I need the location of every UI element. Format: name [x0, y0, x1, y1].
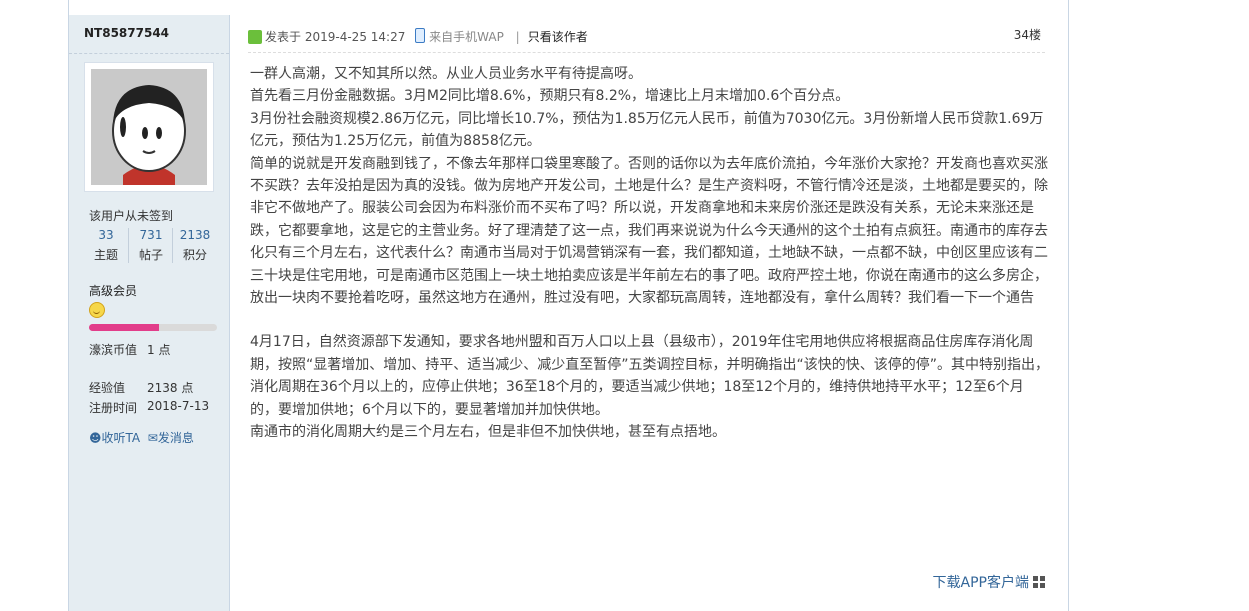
stat-posts[interactable]: 731 帖子 — [128, 228, 173, 263]
qr-code-icon[interactable] — [1033, 576, 1045, 588]
posted-prefix: 发表于 — [265, 30, 302, 44]
stat-value[interactable]: 731 — [129, 228, 173, 242]
reg-value: 2018-7-13 — [147, 399, 210, 413]
download-app-link[interactable]: 下载APP客户端 — [933, 572, 1029, 592]
stat-value[interactable]: 33 — [84, 228, 128, 242]
post-paragraph: 3月份社会融资规模2.86万亿元，同比增长10.7%，预估为1.85万亿元人民币… — [250, 110, 1044, 150]
stat-value[interactable]: 2138 — [173, 228, 217, 242]
post-paragraph: 4月17日，自然资源部下发通知，要求各地州盟和百万人口以上县（县级市），2019… — [250, 334, 1050, 418]
mobile-icon — [415, 28, 426, 43]
user-stats: 33 主题 731 帖子 2138 积分 — [84, 228, 219, 268]
stat-points[interactable]: 2138 积分 — [172, 228, 217, 263]
follow-link[interactable]: 收听TA — [102, 431, 141, 445]
post-paragraph: 首先看三月份金融数据。3月M2同比增8.6%，预期只有8.2%，增速比上月末增加… — [250, 88, 850, 105]
exp-value: 2138 点 — [147, 381, 194, 395]
post-source[interactable]: 来自手机WAP — [429, 30, 504, 44]
currency-row: 濠滨币值 1 点 — [89, 341, 170, 358]
reg-row: 注册时间 2018-7-13 — [89, 399, 209, 416]
post-paragraph: 一群人高潮，又不知其所以然。从业人员业务水平有待提高呀。 — [250, 66, 642, 82]
exp-label: 经验值 — [89, 381, 126, 395]
avatar[interactable] — [84, 62, 214, 192]
post-paragraph: 南通市的消化周期大约是三个月左右，但是非但不加快供地，甚至有点捂地。 — [250, 424, 726, 441]
meta-divider-line — [248, 52, 1045, 53]
stat-label: 帖子 — [138, 248, 163, 262]
currency-value: 1 点 — [147, 343, 171, 357]
post-body: 发表于 2019-4-25 14:27 来自手机WAP | 只看该作者 34楼 一… — [230, 15, 1067, 611]
user-sidebar: NT85877544 该用户从未签到 33 主题 731 帖子 2138 积分 … — [69, 15, 230, 611]
only-author-link[interactable]: 只看该作者 — [528, 30, 588, 44]
exp-row: 经验值 2138 点 — [89, 379, 193, 396]
divider — [69, 53, 229, 54]
avatar-image — [85, 63, 213, 191]
reg-label: 注册时间 — [89, 401, 138, 415]
rank-progress-fill — [89, 324, 160, 331]
online-status-icon — [248, 30, 262, 44]
post-paragraph: 简单的说就是开发商融到钱了，不像去年那样口袋里寒酸了。否则的话你以为去年底价流拍… — [250, 155, 1048, 307]
username[interactable]: NT85877544 — [84, 26, 169, 40]
rank-progress-bar — [89, 324, 217, 331]
follow-icon: ☻ — [89, 431, 102, 445]
stat-label: 主题 — [93, 248, 118, 262]
message-icon: ✉ — [147, 431, 158, 445]
user-actions: ☻收听TA ✉发消息 — [89, 429, 194, 446]
floor-number[interactable]: 34楼 — [1014, 26, 1041, 43]
meta-divider: | — [515, 30, 520, 44]
posted-time: 2019-4-25 14:27 — [304, 30, 406, 44]
smiley-icon — [89, 302, 105, 318]
currency-label: 濠滨币值 — [89, 343, 138, 357]
post-content: 一群人高潮，又不知其所以然。从业人员业务水平有待提高呀。首先看三月份金融数据。3… — [250, 63, 1050, 444]
message-link[interactable]: 发消息 — [158, 431, 194, 445]
signin-status: 该用户从未签到 — [89, 209, 174, 223]
stat-threads[interactable]: 33 主题 — [84, 228, 128, 263]
stat-label: 积分 — [182, 248, 207, 262]
user-rank[interactable]: 高级会员 — [89, 282, 137, 299]
post-meta: 发表于 2019-4-25 14:27 来自手机WAP | 只看该作者 — [248, 28, 588, 45]
